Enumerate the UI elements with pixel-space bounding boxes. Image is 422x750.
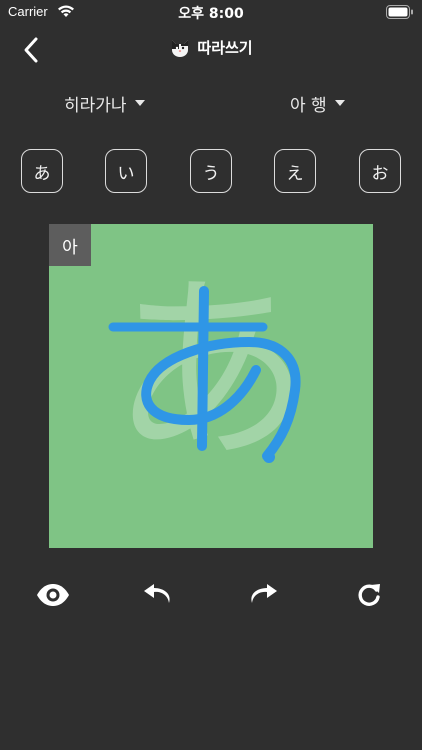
status-time: 오후 8:00 xyxy=(178,6,244,22)
undo-icon xyxy=(144,584,170,603)
drawn-strokes xyxy=(108,286,301,463)
script-selector-label: 히라가나 xyxy=(64,95,127,116)
stroke-loop xyxy=(141,337,301,461)
redo-button[interactable] xyxy=(245,578,281,612)
kana-button-i[interactable]: い xyxy=(105,149,147,193)
caret-down-icon xyxy=(334,100,345,106)
kana-button-row: あ い う え お xyxy=(0,149,422,195)
reset-button[interactable] xyxy=(351,578,387,612)
script-selector[interactable]: 히라가나 xyxy=(64,90,145,116)
kana-button-e[interactable]: え xyxy=(274,149,316,193)
toolbar xyxy=(0,578,422,614)
nav-title-group: 따라쓰기 xyxy=(0,36,422,58)
caret-down-icon xyxy=(134,100,145,106)
redo-icon xyxy=(251,584,277,603)
undo-button[interactable] xyxy=(140,578,176,612)
kana-button-a[interactable]: あ xyxy=(21,149,63,193)
drawing-canvas[interactable]: あ 아 xyxy=(49,224,373,548)
stroke-end-dot xyxy=(263,451,275,463)
show-guide-button[interactable] xyxy=(35,578,71,612)
kana-button-o[interactable]: お xyxy=(359,149,401,193)
kana-button-u[interactable]: う xyxy=(190,149,232,193)
nav-bar: 따라쓰기 xyxy=(0,28,422,72)
cat-face-icon xyxy=(172,40,189,57)
status-bar: Carrier 오후 8:00 xyxy=(0,0,422,24)
refresh-icon xyxy=(358,584,380,606)
canvas-label: 아 xyxy=(49,224,91,266)
row-selector-label: 아 행 xyxy=(290,95,327,116)
battery-icon xyxy=(386,5,413,19)
row-selector[interactable]: 아 행 xyxy=(290,90,345,116)
eye-icon xyxy=(37,584,69,606)
page-title: 따라쓰기 xyxy=(197,38,253,57)
